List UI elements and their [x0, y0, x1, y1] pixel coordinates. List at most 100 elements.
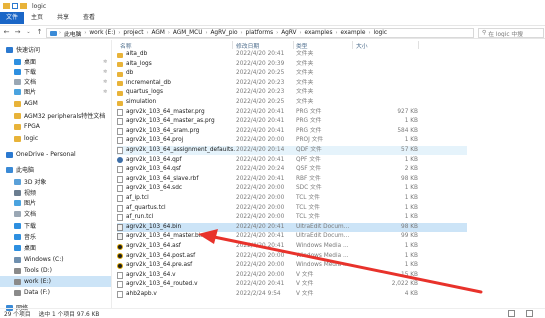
breadcrumb-agrv-pio[interactable]: AgRV_pio	[210, 30, 237, 36]
breadcrumb-platforms[interactable]: platforms	[246, 30, 274, 36]
file-row[interactable]: agrv2k_103_64_master.bin 2022/4/20 20:41 U…	[117, 232, 467, 241]
sidebar-item[interactable]: logic	[0, 133, 111, 144]
file-type: 文件夹	[296, 89, 314, 96]
breadcrumb-agm[interactable]: AGM	[152, 30, 165, 36]
file-row[interactable]: agrv2k_103_64.qpf 2022/4/20 20:41 QPF 文件 1 …	[117, 156, 467, 165]
sidebar-item[interactable]: 3D 对象	[0, 176, 111, 187]
breadcrumb-project[interactable]: project	[123, 30, 143, 36]
sidebar-item[interactable]: work (E:)	[0, 276, 111, 287]
sidebar-item[interactable]: Tools (D:)	[0, 265, 111, 276]
file-row[interactable]: agrv2k_103_64.sdc 2022/4/20 20:00 SDC 文件 1 …	[117, 184, 467, 193]
file-row[interactable]: agrv2k_103_64.bin 2022/4/20 20:41 UltraEdi…	[117, 222, 467, 232]
file-row[interactable]: agrv2k_103_64_sram.prg 2022/4/20 20:41 PRG…	[117, 127, 467, 136]
file-row[interactable]: quartus_logs 2022/4/20 20:23 文件夹	[117, 88, 467, 97]
tab-file[interactable]: 文件	[0, 12, 25, 24]
sidebar-item[interactable]: 桌面	[0, 242, 111, 253]
sidebar-item[interactable]: 此电脑	[0, 164, 111, 175]
column-divider[interactable]	[232, 41, 233, 49]
file-row[interactable]: ahb2apb.v 2022/2/24 9:54 V 文件 4 KB	[117, 290, 467, 299]
file-name-cell: agrv2k_103_64_master.prg	[117, 108, 235, 117]
file-date: 2022/2/24 9:54	[236, 291, 281, 297]
sidebar-item[interactable]: AGM32 peripherals特性文档	[0, 110, 111, 121]
file-row[interactable]: agrv2k_103_64_master_as.prg 2022/4/20 20:…	[117, 117, 467, 126]
tab-home[interactable]: 主页	[24, 12, 50, 24]
forward-arrow-icon[interactable]: →	[13, 28, 22, 36]
sidebar-item[interactable]: 文档	[0, 208, 111, 219]
file-name: ahb2apb.v	[126, 291, 157, 297]
column-header-date[interactable]: 修改日期	[236, 41, 259, 50]
tab-share[interactable]: 共享	[50, 12, 76, 24]
quick-access-properties-icon[interactable]	[12, 3, 18, 9]
tab-view[interactable]: 查看	[76, 12, 102, 24]
file-row[interactable]: agrv2k_103_64.qsf 2022/4/20 20:24 QSF 文件 2 …	[117, 165, 467, 174]
file-row[interactable]: alta_logs 2022/4/20 20:39 文件夹	[117, 60, 467, 69]
file-row[interactable]: agrv2k_103_64_assignment_defaults... 2022…	[117, 146, 467, 155]
sidebar-item-label: FPGA	[24, 123, 40, 130]
file-row[interactable]: agrv2k_103_64.pre.asf 2022/4/20 20:00 Wind…	[117, 261, 467, 270]
file-row[interactable]: agrv2k_103_64.v 2022/4/20 20:00 V 文件 15 KB	[117, 271, 467, 280]
breadcrumb-this-pc[interactable]: 此电脑	[64, 29, 81, 38]
column-header-type[interactable]: 类型	[296, 41, 308, 50]
file-type: PRG 文件	[296, 127, 322, 134]
column-divider[interactable]	[352, 41, 353, 49]
breadcrumb-work-drive[interactable]: work (E:)	[89, 30, 115, 36]
sidebar-item[interactable]: FPGA	[0, 121, 111, 132]
file-row[interactable]: af_quartus.tcl 2022/4/20 20:00 TCL 文件 1 KB	[117, 204, 467, 213]
breadcrumb-example[interactable]: example	[341, 30, 366, 36]
column-header-name[interactable]: 名称	[120, 41, 132, 50]
sidebar-item[interactable]: OneDrive - Personal	[0, 149, 111, 160]
file-row[interactable]: alta_db 2022/4/20 20:41 文件夹	[117, 50, 467, 59]
file-date: 2022/4/20 20:41	[236, 233, 285, 240]
file-row[interactable]: agrv2k_103_64_routed.v 2022/4/20 20:41 V 文…	[117, 280, 467, 289]
file-name: agrv2k_103_64.bin	[126, 223, 182, 230]
file-row[interactable]: agrv2k_103_64.asf 2022/4/20 20:41 Windows …	[117, 242, 467, 251]
sidebar-item-label: 图片	[24, 89, 37, 96]
column-header-size[interactable]: 大小	[356, 41, 368, 50]
sidebar-item[interactable]: 快速访问	[0, 44, 111, 55]
sidebar-item[interactable]: AGM	[0, 98, 111, 109]
sidebar-item[interactable]: 图片	[0, 197, 111, 208]
file-row[interactable]: agrv2k_103_64_master.prg 2022/4/20 20:41 P…	[117, 108, 467, 117]
file-type: 文件夹	[296, 51, 314, 57]
file-size	[355, 50, 418, 59]
column-divider[interactable]	[418, 41, 419, 49]
folder-icon	[117, 52, 123, 58]
file-name-cell: agrv2k_103_64.asf	[117, 242, 235, 251]
recent-chevron-icon[interactable]: ⌄	[24, 29, 33, 35]
file-type: TCL 文件	[296, 214, 320, 221]
file-row[interactable]: db 2022/4/20 20:25 文件夹	[117, 69, 467, 78]
file-row[interactable]: incremental_db 2022/4/20 20:23 文件夹	[117, 79, 467, 88]
address-bar[interactable]: › 此电脑 › work (E:) › project › AGM › AGM_MCU ›…	[46, 28, 474, 38]
sidebar-item[interactable]: 音乐	[0, 231, 111, 242]
breadcrumb-agrv[interactable]: AgRV	[281, 30, 296, 36]
up-arrow-icon[interactable]: ↑	[35, 28, 44, 36]
sidebar-item[interactable]: 下载	[0, 220, 111, 231]
file-row[interactable]: af_run.tcl 2022/4/20 20:00 TCL 文件 1 KB	[117, 213, 467, 222]
column-divider[interactable]	[293, 41, 294, 49]
large-icons-view-icon[interactable]	[526, 310, 533, 317]
search-input[interactable]: ⚲ 在 logic 中搜	[478, 28, 544, 38]
sidebar-item[interactable]: Windows (C:)	[0, 254, 111, 265]
file-row[interactable]: simulation 2022/4/20 20:25 文件夹	[117, 98, 467, 107]
file-type: Windows Media ...	[296, 243, 349, 249]
pin-icon: ✲	[103, 88, 108, 95]
breadcrumb-agm-mcu[interactable]: AGM_MCU	[173, 30, 203, 36]
back-arrow-icon[interactable]: ←	[2, 28, 11, 36]
file-date: 2022/4/20 20:14	[236, 147, 285, 153]
sidebar-item[interactable]: Data (F:)	[0, 287, 111, 298]
file-name-cell: agrv2k_103_64.sdc	[117, 184, 235, 193]
quick-access-folder-icon[interactable]	[20, 3, 27, 9]
file-row[interactable]: af_ip.tcl 2022/4/20 20:00 TCL 文件 1 KB	[117, 194, 467, 203]
file-row[interactable]: agrv2k_103_64_slave.rbf 2022/4/20 20:41 RB…	[117, 175, 467, 184]
details-view-icon[interactable]	[508, 310, 515, 317]
breadcrumb-examples[interactable]: examples	[305, 30, 333, 36]
file-name-cell: agrv2k_103_64_master.bin	[117, 232, 235, 241]
file-row[interactable]: agrv2k_103_64.post.asf 2022/4/20 20:00 Win…	[117, 252, 467, 261]
file-name: agrv2k_103_64_sram.prg	[126, 127, 200, 134]
drive-icon	[14, 267, 21, 274]
breadcrumb-logic[interactable]: logic	[373, 30, 387, 36]
sidebar-item[interactable]: 图片 ✲	[0, 86, 111, 97]
file-row[interactable]: agrv2k_103_64.proj 2022/4/20 20:00 PROJ 文件…	[117, 136, 467, 145]
file-name: agrv2k_103_64_master.prg	[126, 108, 205, 115]
sidebar-item-label: Windows (C:)	[24, 256, 64, 263]
